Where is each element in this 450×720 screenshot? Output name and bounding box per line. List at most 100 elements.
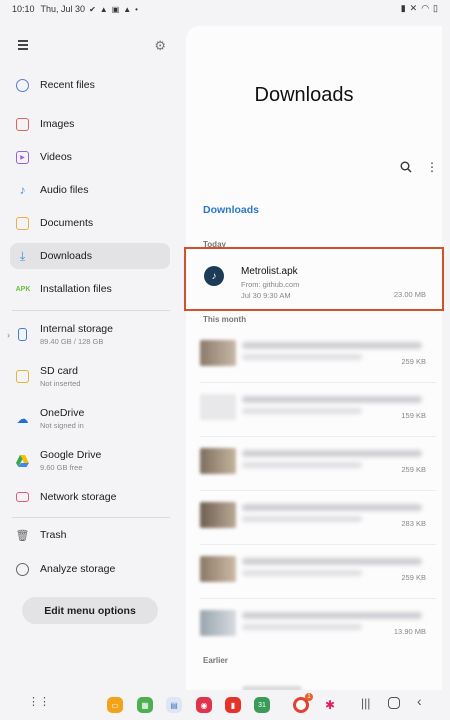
status-time: 10:10	[12, 4, 35, 14]
file-size: 259 KB	[401, 465, 426, 474]
network-icon	[16, 492, 29, 502]
divider	[12, 517, 170, 518]
sidebar-item-downloads[interactable]: ⤓ Downloads	[10, 243, 170, 269]
sidebar-item-videos[interactable]: ▶ Videos	[10, 144, 170, 170]
launcher-app-icon[interactable]: ▦	[137, 697, 153, 713]
sidebar-item-label: SD card	[40, 365, 78, 377]
blurred-file-name	[242, 396, 422, 403]
file-size: 283 KB	[401, 519, 426, 528]
chevron-right-icon[interactable]: ›	[7, 330, 10, 340]
sidebar-item-audio-files[interactable]: ♪ Audio files	[10, 177, 170, 203]
gear-icon[interactable]: ⚙	[154, 38, 166, 54]
sidebar-item-internal-storage[interactable]: › Internal storage 89.40 GB / 128 GB	[7, 318, 170, 352]
blurred-file-info	[242, 570, 362, 576]
list-item[interactable]: 259 KB	[200, 332, 440, 382]
list-item[interactable]: 259 KB	[200, 440, 440, 490]
search-icon[interactable]	[400, 161, 412, 176]
clock-icon	[16, 78, 29, 92]
sidebar-item-sd-card[interactable]: SD card Not inserted	[10, 360, 170, 394]
file-thumbnail	[200, 340, 236, 366]
divider	[200, 436, 436, 437]
file-size: 259 KB	[401, 357, 426, 366]
menu-icon[interactable]	[18, 40, 30, 50]
list-item[interactable]: 13.90 MB	[200, 602, 440, 652]
sidebar-item-label: Analyze storage	[40, 563, 116, 575]
sidebar-item-analyze-storage[interactable]: Analyze storage	[10, 556, 170, 582]
file-thumbnail	[200, 610, 236, 636]
apk-icon: APK	[15, 285, 31, 293]
slack-app-icon[interactable]: ✱	[322, 697, 338, 713]
onedrive-status: Not signed in	[40, 421, 84, 430]
analyze-icon	[16, 562, 29, 576]
more-options-icon[interactable]: ⋮	[426, 160, 438, 174]
image-off-icon: ▣	[111, 4, 120, 14]
sidebar-item-label: Internal storage	[40, 323, 113, 335]
file-size: 159 KB	[401, 411, 426, 420]
sidebar-item-label: Installation files	[40, 283, 112, 295]
sidebar-item-images[interactable]: Images	[10, 111, 170, 137]
sidebar-item-recent-files[interactable]: Recent files	[10, 72, 170, 98]
divider	[200, 382, 436, 383]
taskbar: ⋮⋮ ▭ ▦ ▤ ◉ ▮ 31 1 ✱ ||| ‹	[0, 692, 450, 720]
sidebar-item-label: OneDrive	[40, 407, 85, 419]
document-icon	[16, 216, 29, 230]
sidebar: ⚙ Recent files Images ▶ Videos ♪ Audio f…	[0, 26, 180, 690]
calendar-31-app-icon[interactable]: 31	[254, 697, 270, 713]
section-this-month: This month	[203, 315, 247, 324]
camera-app-icon[interactable]: ◉	[196, 697, 212, 713]
sidebar-header: ⚙	[0, 26, 180, 66]
notification-badge: 1	[305, 693, 313, 701]
image-icon	[16, 117, 29, 131]
file-source: From: github.com	[241, 280, 300, 289]
onedrive-icon: ☁	[16, 411, 29, 426]
blurred-file-info	[242, 354, 362, 360]
downloads-panel: Downloads ⋮ Downloads Today ♪ Metrolist.…	[186, 26, 442, 690]
warning-icon: ▲	[99, 4, 108, 14]
check-icon: ✔	[89, 4, 96, 14]
sidebar-item-trash[interactable]: 🗑 Trash	[10, 522, 170, 548]
sidebar-item-network-storage[interactable]: Network storage	[10, 484, 170, 510]
sidebar-item-label: Network storage	[40, 491, 117, 503]
sidebar-item-label: Recent files	[40, 79, 95, 91]
file-thumbnail	[200, 502, 236, 528]
file-item-metrolist[interactable]: ♪ Metrolist.apk From: github.com Jul 30 …	[186, 244, 442, 310]
sidebar-item-label: Documents	[40, 217, 94, 229]
page-title: Downloads	[254, 84, 354, 106]
back-icon[interactable]: ‹	[417, 693, 422, 709]
phone-icon	[18, 328, 27, 341]
sidebar-item-label: Videos	[40, 151, 72, 163]
sidebar-item-installation-files[interactable]: APK Installation files	[10, 276, 170, 302]
file-size: 259 KB	[401, 573, 426, 582]
google-drive-free: 9.60 GB free	[40, 463, 83, 472]
sidebar-item-onedrive[interactable]: ☁ OneDrive Not signed in	[10, 402, 170, 436]
file-thumbnail	[200, 556, 236, 582]
download-icon: ⤓	[19, 248, 26, 263]
warning-icon: ▲	[123, 4, 132, 14]
list-item[interactable]: 259 KB	[200, 548, 440, 598]
sidebar-item-label: Google Drive	[40, 449, 102, 461]
divider	[200, 490, 436, 491]
calendar-app-icon[interactable]: ▤	[166, 697, 182, 713]
file-size: 13.90 MB	[393, 627, 426, 636]
sidebar-item-label: Trash	[40, 529, 67, 541]
file-date: Jul 30 9:30 AM	[241, 291, 291, 300]
tiktok-like-app-icon: ♪	[204, 266, 224, 286]
folder-app-icon[interactable]: ▭	[107, 697, 123, 713]
list-item[interactable]: 159 KB	[200, 386, 440, 436]
file-thumbnail	[200, 448, 236, 474]
list-item[interactable]: 283 KB	[200, 494, 440, 544]
sidebar-item-documents[interactable]: Documents	[10, 210, 170, 236]
recents-icon[interactable]: |||	[361, 696, 370, 710]
app-drawer-icon[interactable]: ⋮⋮	[28, 695, 50, 708]
blurred-file-info	[242, 462, 362, 468]
mute-icon: ✕	[409, 3, 418, 13]
edit-menu-options-button[interactable]: Edit menu options	[22, 597, 158, 624]
blurred-file-info	[242, 408, 362, 414]
divider	[200, 598, 436, 599]
music-icon: ♪	[19, 183, 26, 197]
breadcrumb[interactable]: Downloads	[203, 204, 259, 216]
sidebar-item-google-drive[interactable]: Google Drive 9.60 GB free	[10, 444, 170, 478]
home-icon[interactable]	[388, 697, 400, 709]
battery-icon: ▯	[433, 3, 438, 13]
flipboard-app-icon[interactable]: ▮	[225, 697, 241, 713]
